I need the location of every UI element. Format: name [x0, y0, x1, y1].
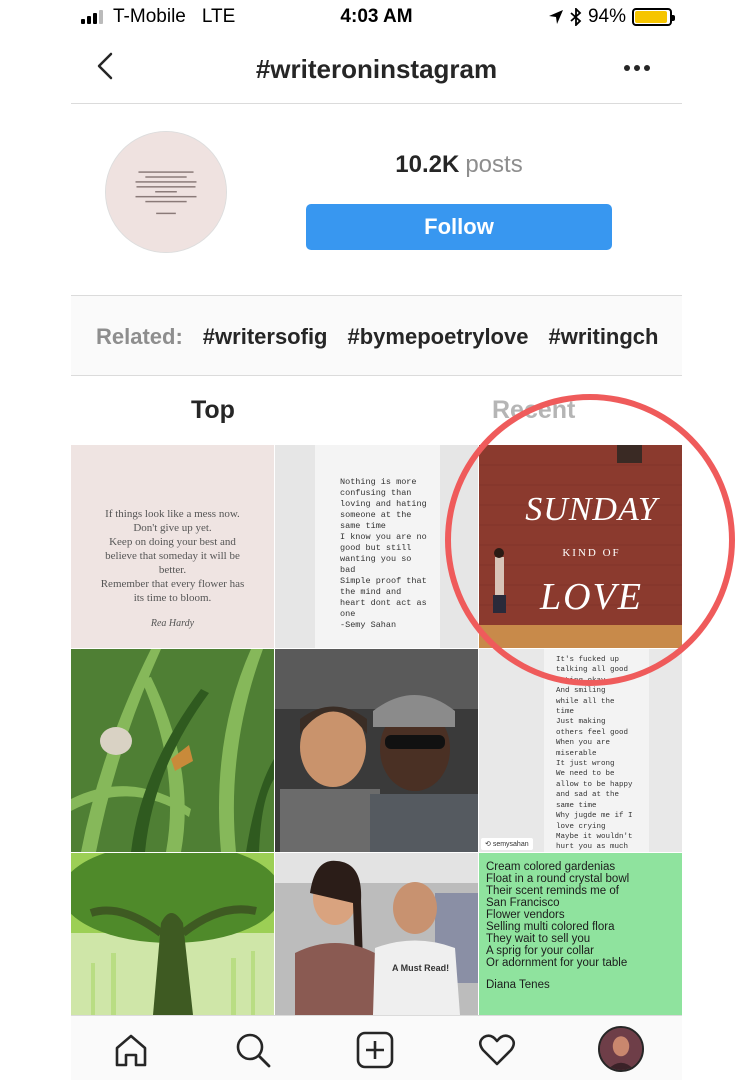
battery-percent: 94% [587, 6, 626, 27]
search-icon[interactable] [233, 1030, 273, 1070]
heart-icon[interactable] [477, 1030, 517, 1070]
post-count-value: 10.2K [395, 151, 460, 178]
related-label: Related: [96, 324, 183, 349]
grid-post[interactable] [71, 649, 274, 852]
bluetooth-icon [570, 8, 582, 26]
post-poem-text: Cream colored gardenias Float in a round… [486, 861, 629, 991]
grid-post[interactable]: If things look like a mess now. Don't gi… [71, 445, 274, 648]
follow-button[interactable]: Follow [306, 204, 612, 250]
repost-badge: ⟲ semysahan [481, 838, 533, 850]
mural-line: KIND OF [562, 547, 621, 559]
nav-header: #writeroninstagram [71, 34, 682, 104]
grid-post[interactable]: Cream colored gardenias Float in a round… [479, 853, 682, 1015]
feed-tabs: Top Recent [71, 376, 682, 444]
add-post-icon[interactable] [355, 1030, 395, 1070]
grid-post[interactable]: Nothing is more confusing than loving an… [275, 445, 478, 648]
post-poem-body: Cream colored gardenias Float in a round… [486, 861, 630, 969]
phone-screen: T-Mobile LTE 4:03 AM 94% #writeroninstag… [71, 0, 682, 1080]
tab-recent[interactable]: Recent [492, 396, 575, 425]
related-tag[interactable]: #bymepoetrylove [348, 324, 529, 350]
post-count-label: posts [465, 151, 523, 178]
post-quote-signature: Rea Hardy [150, 618, 195, 629]
shirt-text: A Must Read! [392, 963, 450, 973]
post-count: 10.2K posts [306, 151, 612, 179]
profile-avatar[interactable] [598, 1026, 644, 1072]
page-title: #writeroninstagram [255, 54, 498, 84]
post-poem-text: It's fucked up talking all good Acting o… [556, 656, 633, 852]
post-poem-author: Diana Tenes [486, 979, 550, 991]
post-quote-body: If things look like a mess now. Don't gi… [100, 508, 245, 604]
more-options-icon[interactable] [622, 56, 652, 80]
repost-icon: ⟲ [485, 841, 493, 848]
grid-post[interactable]: A Must Read! [275, 853, 478, 1015]
grid-post[interactable] [275, 649, 478, 852]
grid-post[interactable]: SUNDAY KIND OF LOVE [479, 445, 682, 648]
grid-post[interactable]: It's fucked up talking all good Acting o… [479, 649, 682, 852]
hashtag-avatar [105, 131, 227, 253]
related-tags-bar: Related: #writersofig #bymepoetrylove #w… [71, 295, 682, 376]
mural-line: SUNDAY [525, 491, 658, 528]
post-quote-text: If things look like a mess now. Don't gi… [71, 507, 274, 631]
bottom-tab-bar [71, 1015, 682, 1080]
post-grid: If things look like a mess now. Don't gi… [71, 445, 682, 1015]
battery-icon [632, 8, 675, 26]
status-right: 94% [548, 6, 675, 28]
grid-post[interactable] [71, 853, 274, 1015]
mural-text: SUNDAY KIND OF LOVE [509, 473, 674, 635]
home-icon[interactable] [111, 1030, 151, 1070]
post-poem-text: Nothing is more confusing than loving an… [340, 477, 427, 630]
mural-line: LOVE [540, 576, 643, 618]
status-bar: T-Mobile LTE 4:03 AM 94% [71, 0, 682, 34]
related-tag[interactable]: #writingch [548, 324, 658, 350]
related-tag[interactable]: #writersofig [203, 324, 328, 350]
tab-top[interactable]: Top [191, 396, 235, 425]
repost-username: semysahan [492, 841, 529, 848]
location-arrow-icon [548, 10, 563, 24]
